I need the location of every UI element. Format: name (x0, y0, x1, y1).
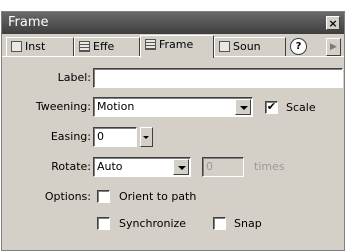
easing-input[interactable]: 0 (93, 127, 137, 147)
tab-effect[interactable]: Effe (74, 37, 140, 57)
synchronize-checkbox[interactable] (97, 217, 110, 230)
frame-icon (145, 39, 156, 50)
tab-frame[interactable]: Frame (140, 35, 214, 58)
panel-title: Frame (8, 15, 49, 30)
help-icon[interactable]: ? (290, 38, 307, 55)
frame-panel: Frame × Inst Effe Frame Soun ? ▶ Label: … (1, 11, 345, 251)
tab-sound[interactable]: Soun (214, 37, 286, 57)
tweening-select[interactable]: Motion (93, 97, 253, 117)
synchronize-label: Synchronize (119, 217, 187, 230)
sound-icon (219, 41, 230, 52)
scale-checkbox[interactable]: ✔ (265, 101, 278, 114)
instance-icon (11, 41, 22, 52)
snap-checkbox[interactable] (213, 217, 226, 230)
options-caption: Options: (44, 190, 91, 203)
chevron-down-icon[interactable] (235, 99, 251, 115)
orient-to-path-checkbox[interactable] (97, 190, 110, 203)
label-caption: Label: (57, 71, 91, 84)
rotate-value: Auto (97, 160, 123, 173)
chevron-down-icon[interactable] (173, 159, 189, 175)
panel-tabs: Inst Effe Frame Soun ? ▶ (6, 35, 342, 58)
snap-label: Snap (234, 217, 262, 230)
tweening-value: Motion (97, 100, 135, 113)
tab-instance[interactable]: Inst (6, 37, 74, 57)
panel-titlebar[interactable]: Frame × (2, 12, 344, 34)
label-input[interactable] (93, 68, 343, 88)
tab-scroll-right-button[interactable]: ▶ (326, 38, 341, 56)
orient-to-path-label: Orient to path (119, 190, 197, 203)
easing-caption: Easing: (50, 130, 91, 143)
tweening-caption: Tweening: (35, 100, 91, 113)
rotate-times-input[interactable]: 0 (202, 157, 244, 177)
scale-label: Scale (286, 101, 316, 114)
rotate-caption: Rotate: (51, 160, 91, 173)
rotate-times-label: times (254, 160, 285, 173)
easing-slider-button[interactable] (140, 127, 153, 147)
effect-icon (79, 41, 90, 52)
close-button[interactable]: × (326, 16, 340, 30)
rotate-select[interactable]: Auto (93, 157, 191, 177)
